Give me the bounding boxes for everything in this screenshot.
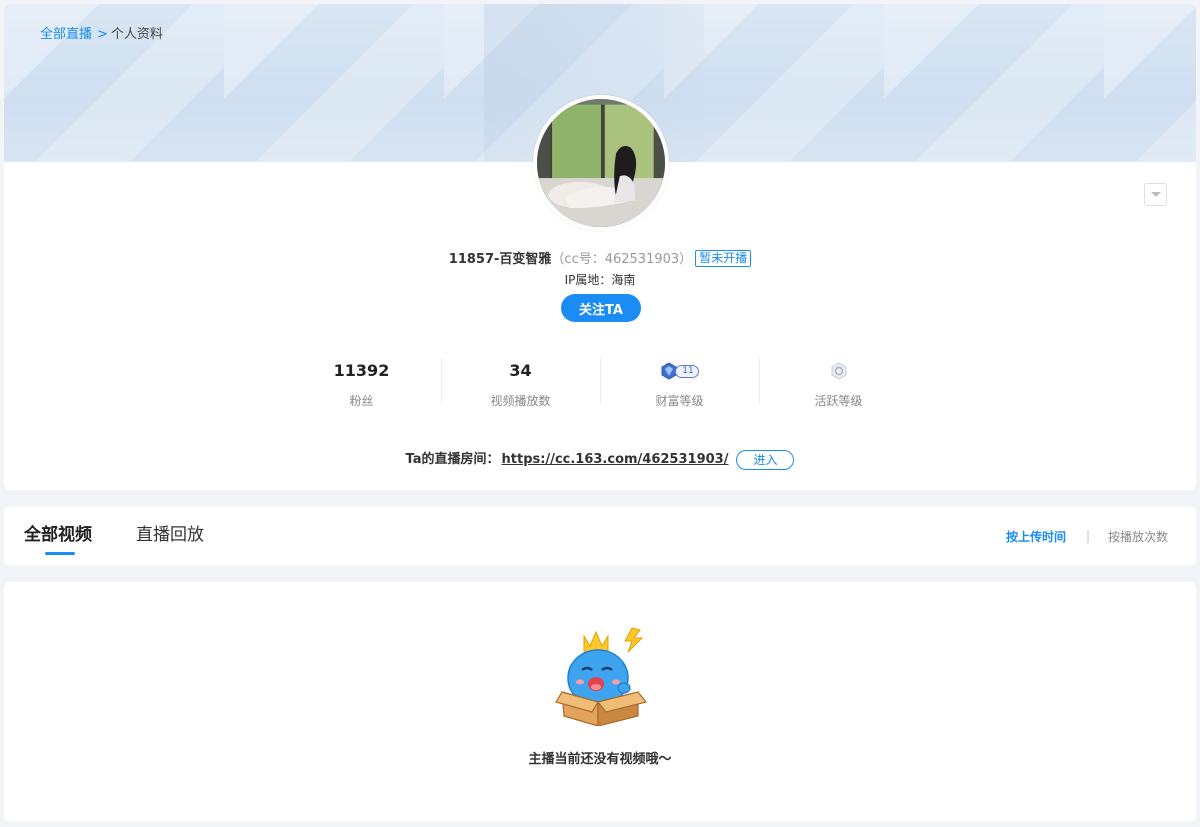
- live-status-badge: 暂未开播: [695, 250, 752, 267]
- profile-card: 全部直播 > 个人资料 11857-百变智雅（cc号：462531903） 暂未开播 …: [4, 4, 1196, 490]
- stat-label: 视频播放数: [490, 394, 551, 408]
- video-list-area: 主播当前还没有视频哦～: [4, 582, 1196, 822]
- stat-label: 财富等级: [655, 394, 704, 408]
- ip-location: IP属地：海南: [564, 273, 636, 287]
- live-room-link[interactable]: https://cc.163.com/462531903/: [502, 452, 729, 467]
- stat-wealth-level: 11 财富等级: [600, 354, 759, 410]
- follow-button[interactable]: 关注TA: [561, 294, 641, 322]
- stat-label: 粉丝: [349, 394, 374, 408]
- stat-label: 活跃等级: [814, 394, 863, 408]
- wealth-level-number: 11: [675, 364, 699, 378]
- empty-state-text: 主播当前还没有视频哦～: [528, 752, 672, 767]
- stat-activity-level: 活跃等级: [759, 354, 918, 410]
- cc-number: 462531903: [604, 252, 680, 267]
- activity-level-badge-icon: [831, 362, 846, 380]
- sort-by-upload-time[interactable]: 按上传时间: [1006, 529, 1066, 545]
- breadcrumb-current: 个人资料: [110, 27, 163, 42]
- stat-video-plays: 34 视频播放数: [441, 354, 600, 410]
- avatar: [533, 95, 669, 231]
- stat-value: 11392: [333, 361, 390, 380]
- active-tab-indicator: [45, 552, 75, 555]
- profile-name-row: 11857-百变智雅（cc号：462531903） 暂未开播: [4, 250, 1196, 269]
- cc-prefix: （cc号：: [551, 252, 605, 267]
- video-tabs-bar: 全部视频 直播回放 按上传时间 | 按播放次数: [4, 506, 1196, 566]
- live-room-row: Ta的直播房间： https://cc.163.com/462531903/进入: [4, 450, 1196, 470]
- tab-all-videos[interactable]: 全部视频: [24, 523, 92, 547]
- stat-value: 34: [509, 361, 532, 380]
- avatar-photo: [537, 99, 665, 227]
- stats-row: 11392 粉丝 34 视频播放数 11 财富等级 活跃等级: [282, 354, 918, 410]
- anchor-name: 11857-百变智雅: [448, 252, 552, 267]
- tab-live-replays[interactable]: 直播回放: [136, 523, 204, 547]
- enter-room-button[interactable]: 进入: [736, 450, 795, 470]
- breadcrumb-separator: >: [97, 27, 108, 42]
- collapse-toggle-button[interactable]: [1144, 183, 1167, 206]
- sort-separator: |: [1086, 529, 1091, 543]
- live-room-label: Ta的直播房间：: [405, 452, 500, 467]
- chevron-down-icon: [1150, 192, 1161, 197]
- sort-by-play-count[interactable]: 按播放次数: [1108, 529, 1168, 545]
- stat-fans: 11392 粉丝: [282, 354, 441, 410]
- wealth-level-badge-icon: 11: [660, 362, 699, 380]
- breadcrumb-home-link[interactable]: 全部直播: [40, 27, 92, 42]
- empty-mascot-icon: [555, 627, 648, 726]
- breadcrumb: 全部直播 > 个人资料: [40, 23, 163, 42]
- cc-suffix: ）: [679, 252, 693, 267]
